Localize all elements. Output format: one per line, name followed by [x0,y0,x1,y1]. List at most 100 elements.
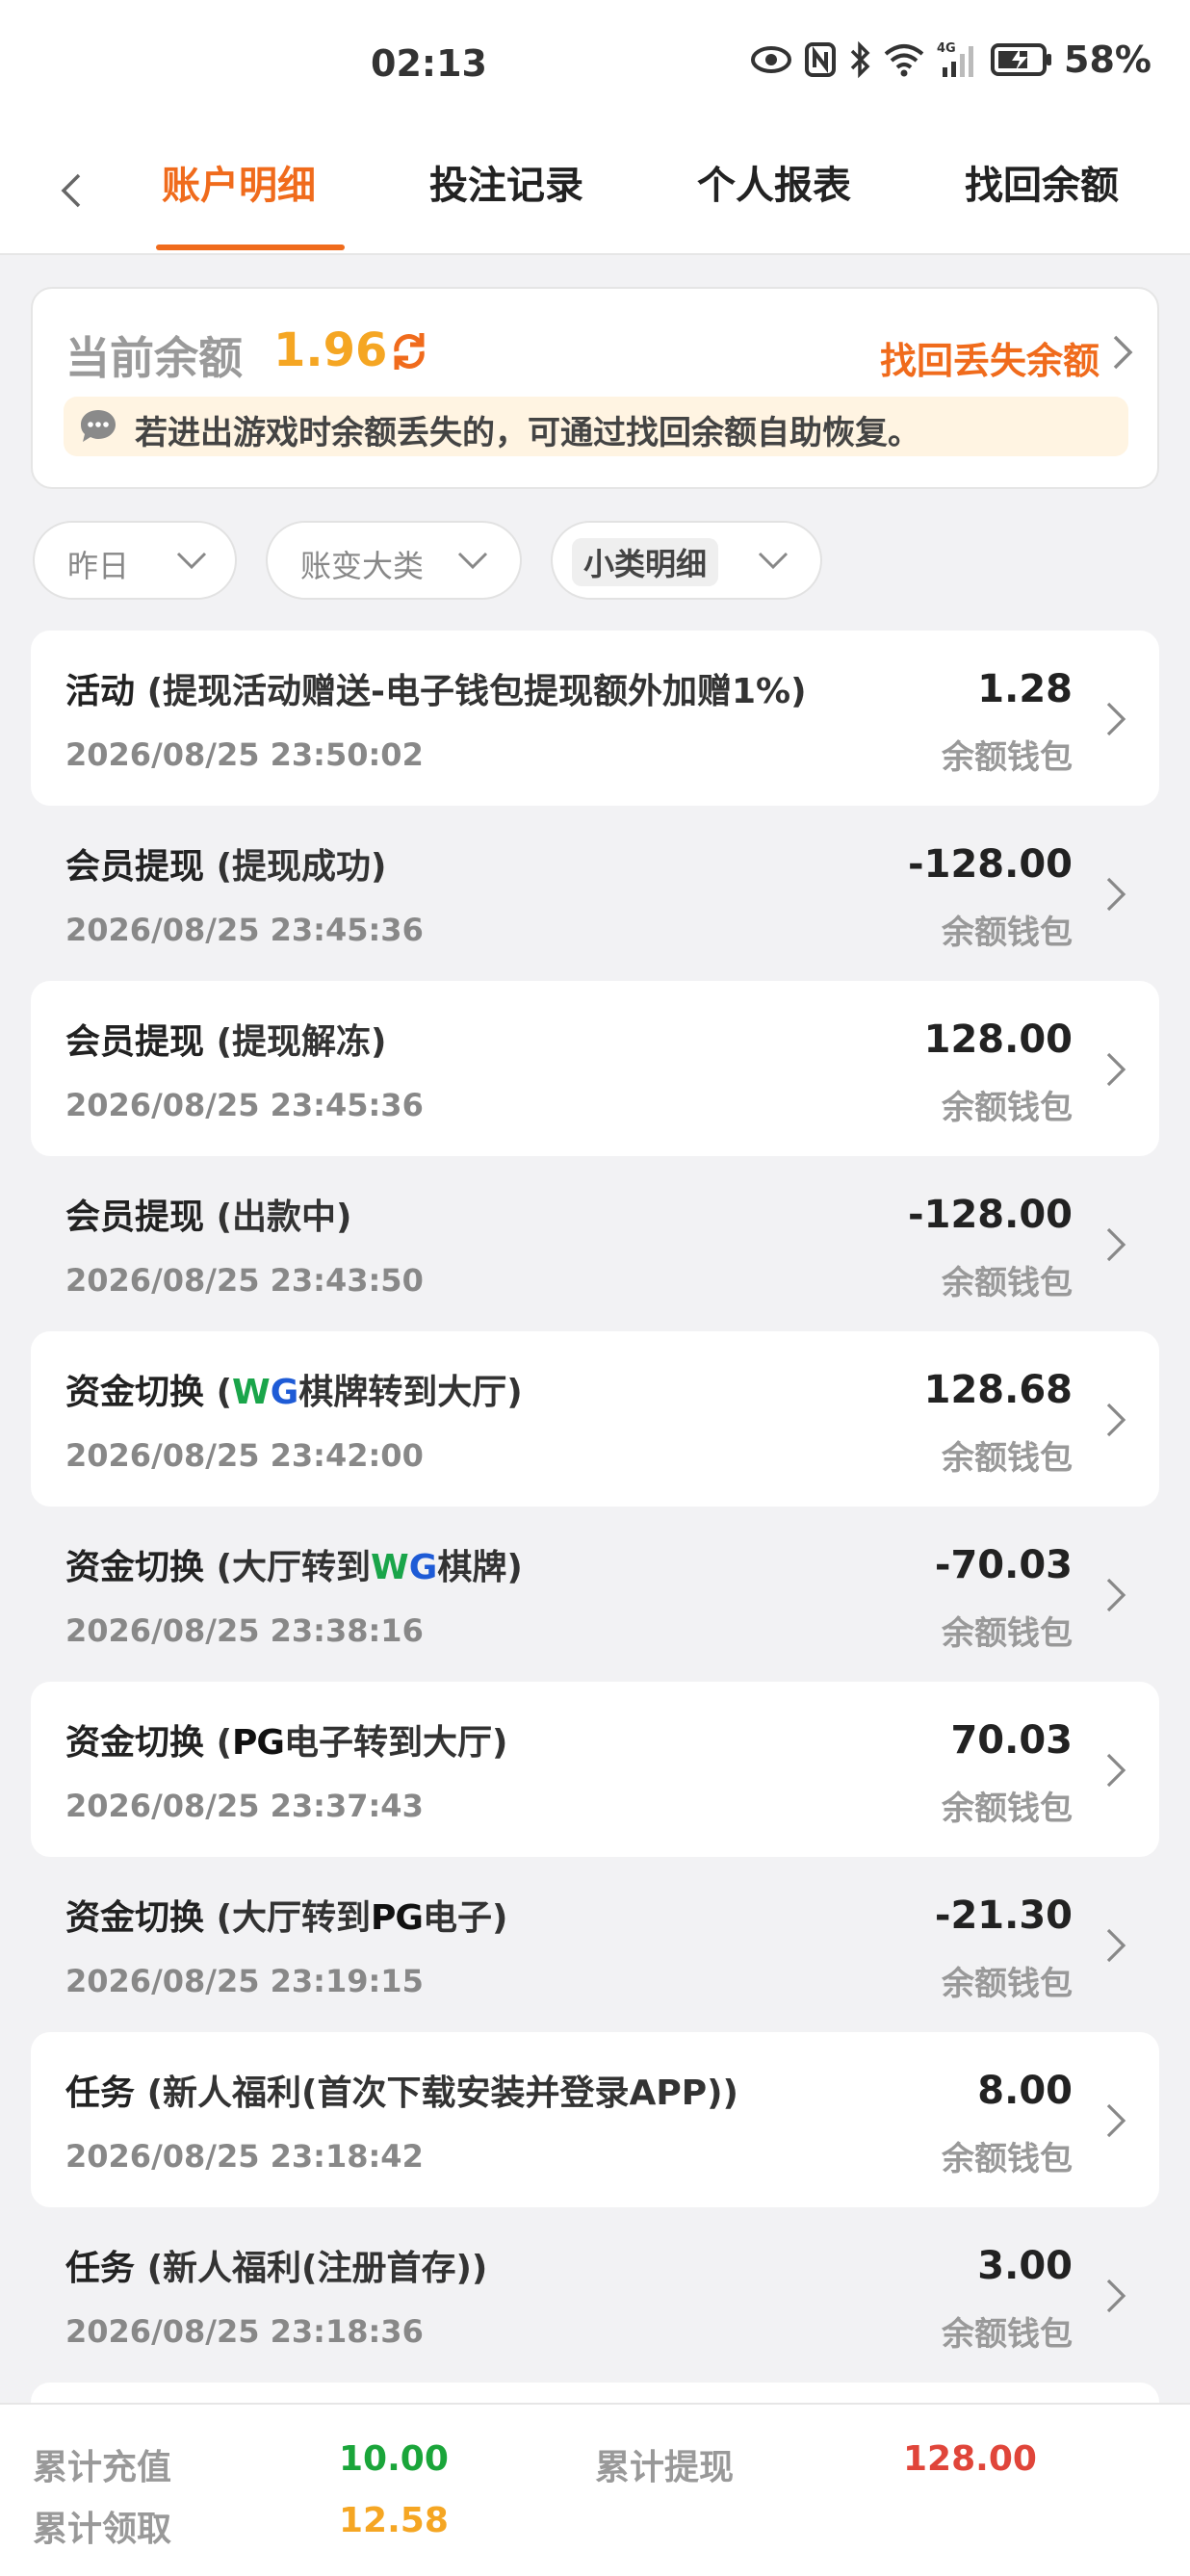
transaction-detail-post: 棋牌转到大厅) [298,1373,523,1412]
transaction-amount: 1.28 [977,667,1073,711]
notice-banner: 若进出游戏时余额丢失的，可通过找回余额自助恢复。 [64,397,1128,456]
recover-lost-balance-link[interactable]: 找回丢失余额 [880,331,1099,384]
transaction-wallet: 余额钱包 [942,1439,1073,1478]
status-icons: 4G 58% [750,39,1151,81]
transaction-row[interactable]: 资金切换 (PG电子转到大厅) 2026/08/25 23:37:43 70.0… [31,1682,1159,1857]
active-tab-indicator [156,245,345,250]
refresh-icon[interactable] [387,329,431,374]
chevron-down-icon [758,552,789,570]
svg-text:4G: 4G [937,41,956,56]
transaction-row[interactable]: 资金切换 (WG棋牌转到大厅) 2026/08/25 23:42:00 128.… [31,1331,1159,1507]
transaction-time: 2026/08/25 23:19:15 [65,1963,424,1999]
summary-footer: 累计充值 10.00 累计提现 128.00 累计领取 12.58 [0,2403,1190,2576]
transaction-row[interactable]: 资金切换 (大厅转到WG棋牌) 2026/08/25 23:38:16 -70.… [31,1507,1159,1682]
transaction-row[interactable]: 会员提现 (提现解冻) 2026/08/25 23:45:36 128.00 余… [31,981,1159,1156]
transaction-row[interactable]: 会员提现 (提现成功) 2026/08/25 23:45:36 -128.00 … [31,806,1159,981]
chevron-right-icon [1106,702,1126,736]
battery-icon [991,42,1052,77]
deposit-total-label: 累计充值 [33,2448,172,2487]
bluetooth-icon [848,40,871,79]
transaction-time: 2026/08/25 23:42:00 [65,1437,424,1474]
filter-subcategory-label: 小类明细 [572,538,719,586]
transaction-row[interactable]: 活动 (提现活动赠送-电子钱包提现额外加赠1%) 2026/08/25 23:5… [31,631,1159,806]
transaction-amount: 8.00 [977,2069,1073,2113]
chat-bubble-icon [81,410,116,442]
notice-text: 若进出游戏时余额丢失的，可通过找回余额自助恢复。 [135,414,920,452]
withdraw-total-label: 累计提现 [595,2448,735,2487]
transaction-title: 活动 (提现活动赠送-电子钱包提现额外加赠1%) [65,663,807,713]
transaction-wallet: 余额钱包 [942,2315,1073,2354]
transaction-detail-post: 电子转到大厅) [283,1723,508,1763]
tab-recover-balance[interactable]: 找回余额 [965,152,1119,229]
filter-category-label: 账变大类 [300,548,425,584]
chevron-right-icon [1106,1578,1126,1612]
transaction-detail-post: 棋牌) [437,1548,523,1587]
transaction-row[interactable]: 会员提现 (出款中) 2026/08/25 23:43:50 -128.00 余… [31,1156,1159,1331]
transaction-title: 任务 (新人福利(首次下载安装并登录APP)) [65,2065,738,2115]
filter-date[interactable]: 昨日 [33,521,237,600]
tab-account-details[interactable]: 账户明细 [162,152,316,229]
transaction-row[interactable]: 资金切换 (大厅转到PG电子) 2026/08/25 23:19:15 -21.… [31,1857,1159,2032]
nfc-icon [804,41,837,78]
chevron-right-icon [1106,877,1126,912]
transaction-title: 会员提现 (出款中) [65,1189,351,1239]
transaction-time: 2026/08/25 23:50:02 [65,736,424,773]
transaction-category: 会员提现 [65,1022,205,1062]
transaction-detail: (提现成功) [216,847,387,887]
balance-card: 当前余额 1.96 找回丢失余额 若进出游戏时余额丢失的，可通过找回余额自助恢复… [31,287,1159,489]
transaction-time: 2026/08/25 23:37:43 [65,1788,424,1824]
claim-total-value: 12.58 [339,2501,449,2540]
transaction-time: 2026/08/25 23:43:50 [65,1262,424,1299]
balance-value: 1.96 [273,323,388,377]
eye-icon [750,45,792,74]
pg-brand-logo: PG [232,1723,285,1763]
status-bar: 02:13 4G 58% [0,0,1190,125]
chevron-down-icon [176,552,207,570]
transaction-title: 资金切换 (WG棋牌转到大厅) [65,1364,523,1414]
transaction-amount: -128.00 [908,1193,1073,1237]
transaction-amount: -70.03 [934,1543,1073,1587]
back-button[interactable] [60,162,98,219]
transaction-category: 会员提现 [65,1198,205,1237]
transaction-detail-pre: (大厅转到 [216,1548,372,1587]
transaction-amount: 128.68 [923,1368,1073,1412]
transaction-wallet: 余额钱包 [942,1089,1073,1127]
chevron-right-icon [1106,1052,1126,1087]
transaction-title: 会员提现 (提现成功) [65,838,386,889]
tab-bar: 账户明细 投注记录 个人报表 找回余额 [0,125,1190,255]
transaction-wallet: 余额钱包 [942,914,1073,952]
transaction-time: 2026/08/25 23:45:36 [65,912,424,948]
deposit-total-value: 10.00 [339,2439,449,2479]
transaction-category: 任务 [65,2249,136,2288]
transaction-wallet: 余额钱包 [942,1790,1073,1828]
wifi-icon [883,42,925,77]
chevron-right-icon [1106,1403,1126,1437]
transaction-category: 活动 [65,672,136,711]
tab-personal-report[interactable]: 个人报表 [697,152,851,229]
transaction-detail: (新人福利(注册首存)) [146,2249,488,2288]
transaction-title: 任务 (新人福利(注册首存)) [65,2240,487,2290]
transaction-category: 资金切换 [65,1723,205,1763]
transaction-detail-pre: ( [216,1373,233,1412]
transaction-category: 会员提现 [65,847,205,887]
transaction-category: 资金切换 [65,1373,205,1412]
balance-label: 当前余额 [65,332,243,384]
chevron-right-icon [1106,1227,1126,1262]
tab-bet-records[interactable]: 投注记录 [429,152,583,229]
chevron-down-icon [457,552,488,570]
transaction-title: 资金切换 (大厅转到PG电子) [65,1890,507,1940]
chevron-right-icon[interactable] [1107,331,1136,374]
transaction-detail: (出款中) [216,1198,352,1237]
transaction-category: 资金切换 [65,1548,205,1587]
transaction-row[interactable]: 任务 (新人福利(首次下载安装并登录APP)) 2026/08/25 23:18… [31,2032,1159,2207]
pg-brand-logo: PG [371,1898,424,1938]
transaction-wallet: 余额钱包 [942,1965,1073,2003]
signal-4g-icon: 4G [937,40,979,79]
chevron-right-icon [1106,1753,1126,1788]
filter-category[interactable]: 账变大类 [266,521,522,600]
transaction-wallet: 余额钱包 [942,1264,1073,1302]
transaction-detail: (新人福利(首次下载安装并登录APP)) [146,2074,739,2113]
transaction-row[interactable]: 任务 (新人福利(注册首存)) 2026/08/25 23:18:36 3.00… [31,2207,1159,2383]
filter-subcategory[interactable]: 小类明细 [551,521,822,600]
transaction-category: 任务 [65,2074,136,2113]
